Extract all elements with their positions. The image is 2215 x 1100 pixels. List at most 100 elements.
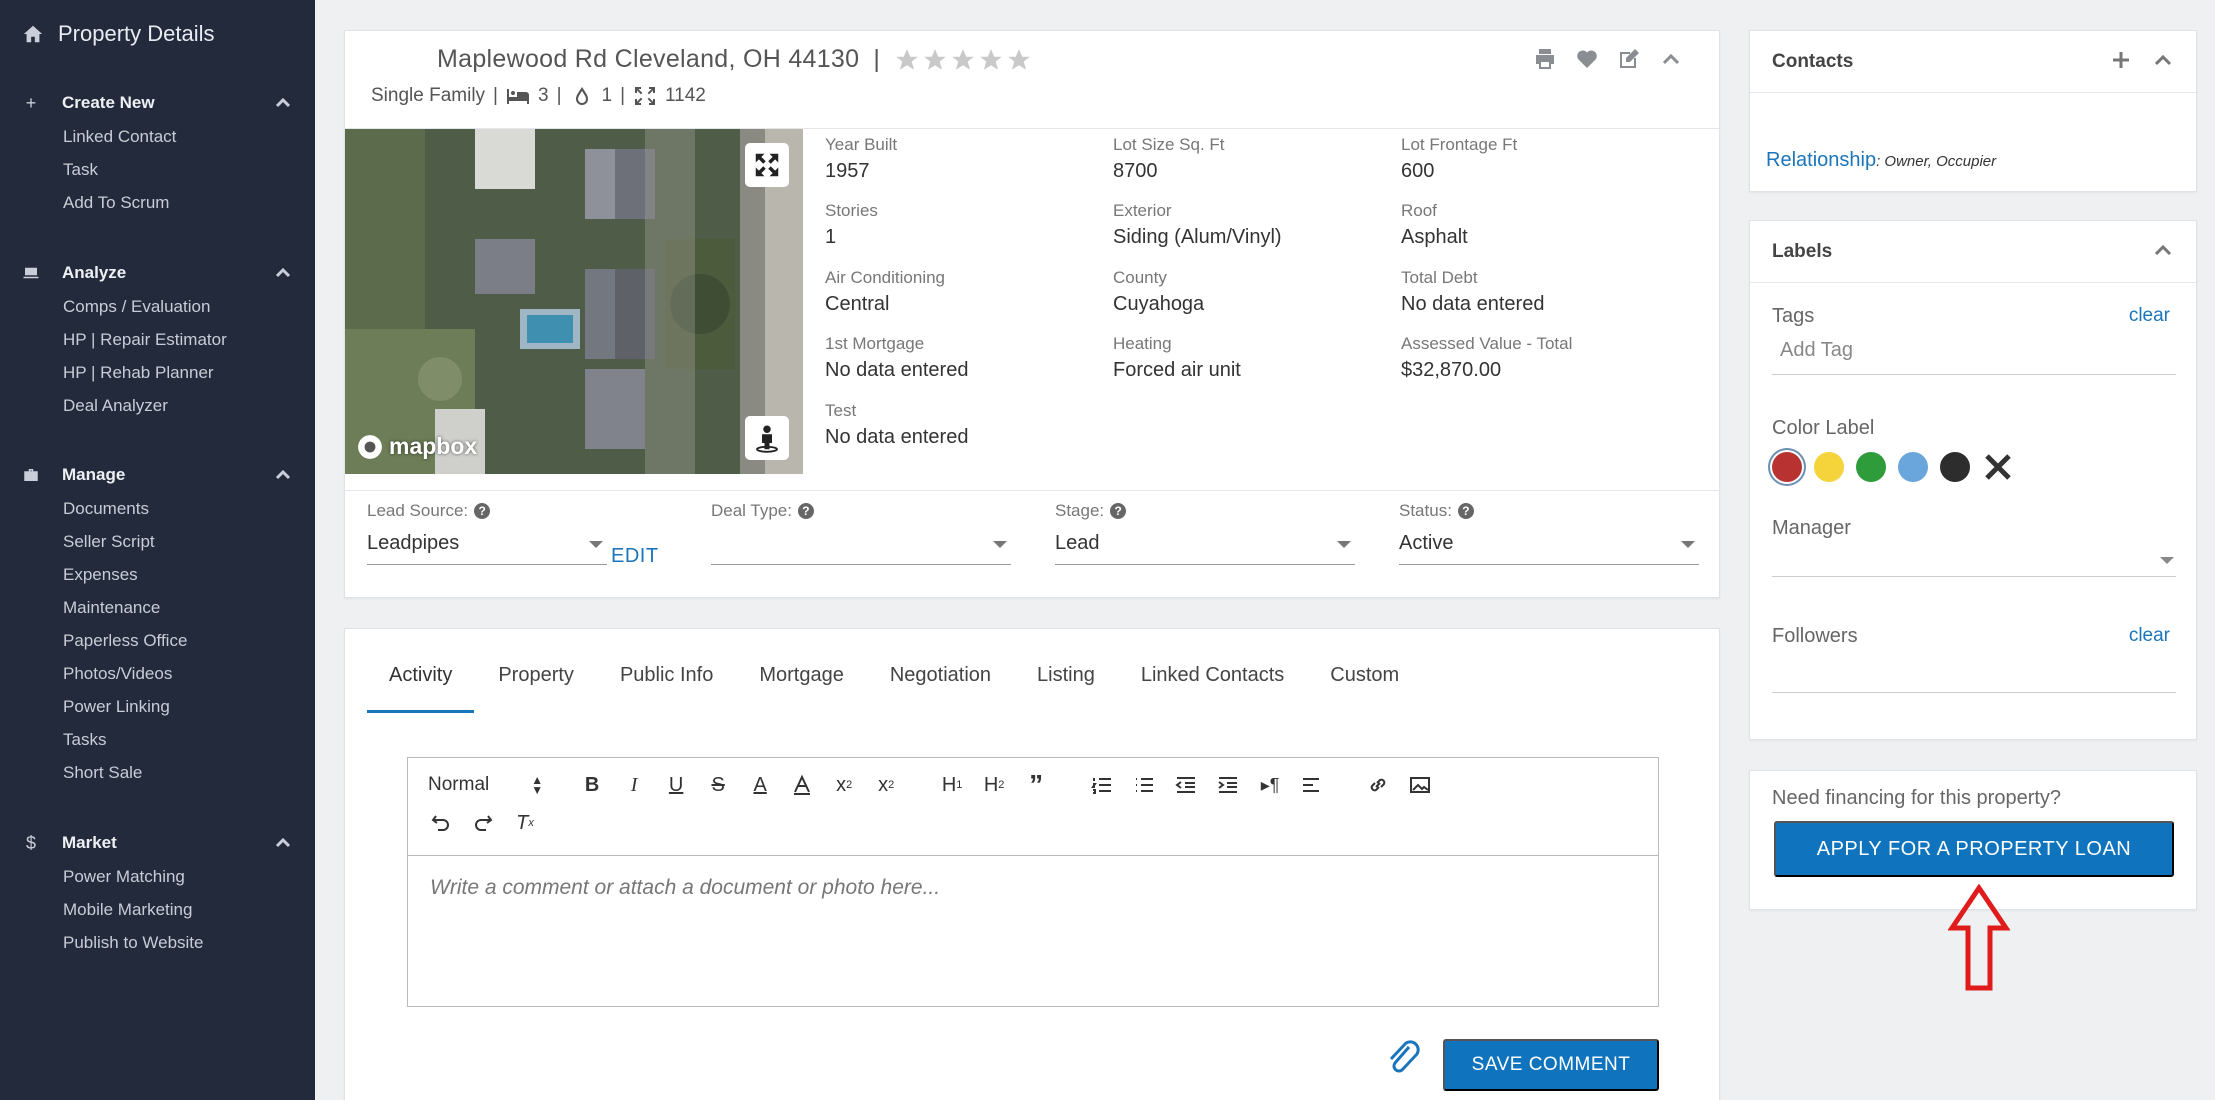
lead-source-select[interactable]: Leadpipes xyxy=(367,529,607,565)
collapse-chevron-icon[interactable] xyxy=(1659,47,1683,71)
image-icon[interactable] xyxy=(1407,772,1433,798)
sidebar-item-paperless-office[interactable]: Paperless Office xyxy=(0,624,315,657)
tab-custom[interactable]: Custom xyxy=(1308,663,1421,713)
edit-lead-source-link[interactable]: EDIT xyxy=(611,545,659,568)
sidebar-item-photos-videos[interactable]: Photos/Videos xyxy=(0,657,315,690)
indent-icon[interactable] xyxy=(1215,772,1241,798)
heading1-icon[interactable]: H1 xyxy=(939,772,965,798)
sidebar-head-manage[interactable]: Manage xyxy=(0,458,315,492)
sidebar-head-analyze[interactable]: Analyze xyxy=(0,256,315,290)
manager-select[interactable] xyxy=(1772,537,2176,577)
format-select[interactable]: Normal ▲ ▼ xyxy=(428,774,543,796)
sidebar-item-linked-contact[interactable]: Linked Contact xyxy=(0,120,315,153)
print-icon[interactable] xyxy=(1533,47,1557,71)
tab-mortgage[interactable]: Mortgage xyxy=(737,663,866,713)
sidebar-item-deal-analyzer[interactable]: Deal Analyzer xyxy=(0,389,315,422)
bullet-list-icon[interactable] xyxy=(1131,772,1157,798)
followers-clear-link[interactable]: clear xyxy=(2129,625,2170,647)
sidebar-item-add-to-scrum[interactable]: Add To Scrum xyxy=(0,186,315,219)
clear-format-icon[interactable]: Tx xyxy=(512,810,538,836)
tab-property[interactable]: Property xyxy=(476,663,596,713)
color-swatch-yellow[interactable] xyxy=(1814,452,1844,482)
sidebar-item-expenses[interactable]: Expenses xyxy=(0,558,315,591)
map-fullscreen-button[interactable] xyxy=(745,143,789,187)
sidebar-item-tasks[interactable]: Tasks xyxy=(0,723,315,756)
ordered-list-icon[interactable] xyxy=(1089,772,1115,798)
sidebar-item-seller-script[interactable]: Seller Script xyxy=(0,525,315,558)
tab-listing[interactable]: Listing xyxy=(1015,663,1117,713)
outdent-icon[interactable] xyxy=(1173,772,1199,798)
sidebar-head-create-new[interactable]: + Create New xyxy=(0,86,315,120)
underline-icon[interactable]: U xyxy=(663,772,689,798)
link-icon[interactable] xyxy=(1365,772,1391,798)
sidebar-title[interactable]: Property Details xyxy=(22,20,215,48)
tab-public-info[interactable]: Public Info xyxy=(598,663,735,713)
plus-icon[interactable] xyxy=(2110,49,2132,71)
redo-icon[interactable] xyxy=(470,810,496,836)
color-swatch-blue[interactable] xyxy=(1898,452,1928,482)
sidebar-head-market[interactable]: $ Market xyxy=(0,826,315,860)
mapbox-attribution[interactable]: mapbox xyxy=(357,433,477,460)
color-swatch-black[interactable] xyxy=(1940,452,1970,482)
sidebar-item-power-matching[interactable]: Power Matching xyxy=(0,860,315,893)
heading2-icon[interactable]: H2 xyxy=(981,772,1007,798)
chevron-up-icon[interactable] xyxy=(275,835,291,851)
sidebar-item-publish-website[interactable]: Publish to Website xyxy=(0,926,315,959)
save-comment-button[interactable]: SAVE COMMENT xyxy=(1443,1039,1659,1091)
followers-input[interactable] xyxy=(1772,653,2176,693)
deal-type-field[interactable]: Deal Type:? xyxy=(711,501,1011,565)
chevron-up-icon[interactable] xyxy=(2152,239,2174,261)
sidebar-item-comps[interactable]: Comps / Evaluation xyxy=(0,290,315,323)
heart-icon[interactable] xyxy=(1575,47,1599,71)
stage-field[interactable]: Stage:? Lead xyxy=(1055,501,1355,565)
star-icon[interactable] xyxy=(894,47,920,73)
chevron-up-icon[interactable] xyxy=(275,265,291,281)
add-tag-input[interactable]: Add Tag xyxy=(1772,335,2176,375)
sidebar-item-power-linking[interactable]: Power Linking xyxy=(0,690,315,723)
lead-source-field[interactable]: Lead Source:? Leadpipes xyxy=(367,501,607,565)
tab-activity[interactable]: Activity xyxy=(367,663,475,713)
status-select[interactable]: Active xyxy=(1399,529,1699,565)
edit-icon[interactable] xyxy=(1617,47,1641,71)
color-swatch-red[interactable] xyxy=(1772,452,1802,482)
relationship-label[interactable]: Relationship xyxy=(1766,149,1876,171)
star-icon[interactable] xyxy=(922,47,948,73)
text-direction-icon[interactable]: ▸¶ xyxy=(1257,772,1283,798)
clear-color-icon[interactable] xyxy=(1982,451,2014,483)
align-icon[interactable] xyxy=(1299,772,1325,798)
star-icon[interactable] xyxy=(978,47,1004,73)
text-color-icon[interactable]: A xyxy=(747,772,773,798)
sidebar-item-documents[interactable]: Documents xyxy=(0,492,315,525)
stage-select[interactable]: Lead xyxy=(1055,529,1355,565)
apply-loan-button[interactable]: APPLY FOR A PROPERTY LOAN xyxy=(1774,821,2174,877)
sidebar-item-short-sale[interactable]: Short Sale xyxy=(0,756,315,789)
street-view-button[interactable] xyxy=(745,416,789,460)
blockquote-icon[interactable]: ” xyxy=(1023,769,1049,800)
chevron-up-icon[interactable] xyxy=(275,95,291,111)
subscript-icon[interactable]: x2 xyxy=(831,772,857,798)
superscript-icon[interactable]: x2 xyxy=(873,772,899,798)
help-icon[interactable]: ? xyxy=(797,503,814,519)
paperclip-icon[interactable] xyxy=(1385,1037,1421,1079)
sidebar-item-rehab-planner[interactable]: HP | Rehab Planner xyxy=(0,356,315,389)
star-icon[interactable] xyxy=(1006,47,1032,73)
comment-input[interactable]: Write a comment or attach a document or … xyxy=(430,876,940,900)
sidebar-item-repair-estimator[interactable]: HP | Repair Estimator xyxy=(0,323,315,356)
undo-icon[interactable] xyxy=(428,810,454,836)
italic-icon[interactable]: I xyxy=(621,772,647,798)
tab-linked-contacts[interactable]: Linked Contacts xyxy=(1119,663,1306,713)
sidebar-item-mobile-marketing[interactable]: Mobile Marketing xyxy=(0,893,315,926)
chevron-up-icon[interactable] xyxy=(2152,49,2174,71)
deal-type-select[interactable] xyxy=(711,529,1011,565)
chevron-up-icon[interactable] xyxy=(275,467,291,483)
help-icon[interactable]: ? xyxy=(1110,503,1127,519)
sidebar-item-maintenance[interactable]: Maintenance xyxy=(0,591,315,624)
tab-negotiation[interactable]: Negotiation xyxy=(868,663,1013,713)
property-map[interactable]: mapbox xyxy=(345,129,803,474)
star-icon[interactable] xyxy=(950,47,976,73)
color-swatch-green[interactable] xyxy=(1856,452,1886,482)
help-icon[interactable]: ? xyxy=(474,503,491,519)
sidebar-item-task[interactable]: Task xyxy=(0,153,315,186)
status-field[interactable]: Status:? Active xyxy=(1399,501,1699,565)
highlight-icon[interactable] xyxy=(789,772,815,798)
